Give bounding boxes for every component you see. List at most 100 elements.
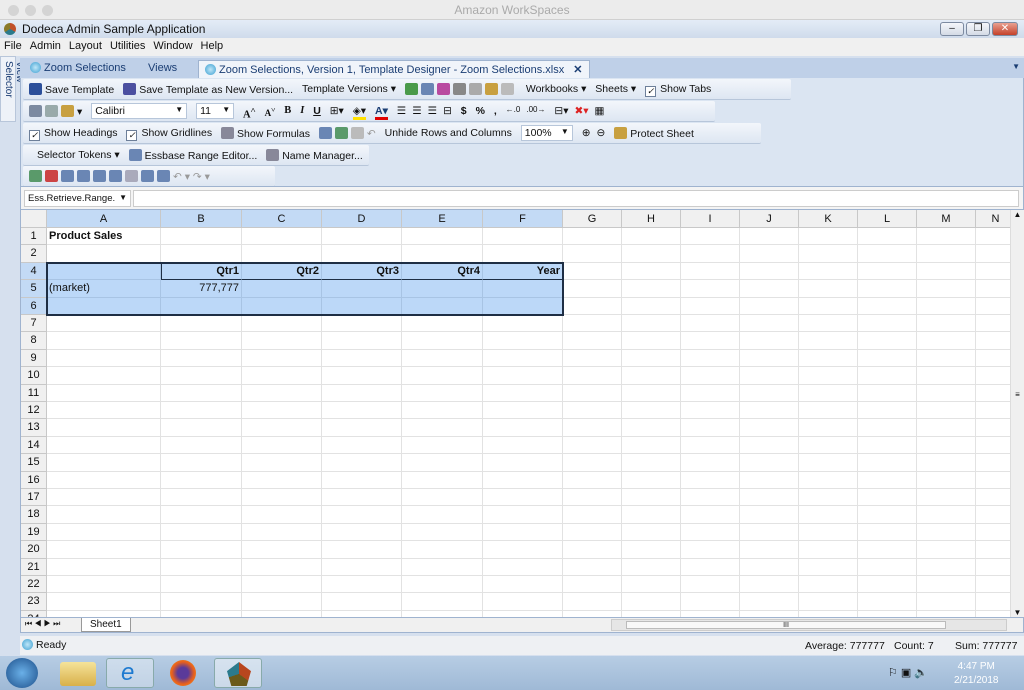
cell-A10[interactable] [47,367,161,385]
cell-I20[interactable] [681,541,740,559]
cell-H7[interactable] [622,315,681,333]
comma-button[interactable]: , [494,105,497,117]
cell-J18[interactable] [740,506,799,524]
row-header-9[interactable]: 9 [21,349,47,368]
cell-C17[interactable] [242,489,322,507]
cell-B15[interactable] [161,454,242,472]
cell-F13[interactable] [483,419,563,437]
cell-H10[interactable] [622,367,681,385]
cell-B1[interactable] [161,228,242,246]
cell-B13[interactable] [161,419,242,437]
close-tab-icon[interactable]: ✕ [573,64,582,76]
cell-H22[interactable] [622,576,681,594]
sheet-icons[interactable]: ↶ [318,127,376,140]
restore-button[interactable]: ❐ [966,22,990,36]
tab-list-dropdown-icon[interactable]: ▼ [1012,62,1020,71]
cell-G6[interactable] [563,297,622,315]
cell-A16[interactable] [47,471,161,489]
cell-J20[interactable] [740,541,799,559]
cell-K2[interactable] [799,245,858,263]
cell-B14[interactable] [161,436,242,455]
borders-button[interactable]: ⊞▾ [330,105,344,117]
cell-B16[interactable] [161,471,242,489]
cell-G8[interactable] [563,332,622,350]
cell-B10[interactable] [161,367,242,385]
row-header-6[interactable]: 6 [21,297,47,315]
column-header-G[interactable]: G [563,210,622,228]
cell-F19[interactable] [483,523,563,542]
protect-sheet-button[interactable]: Protect Sheet [614,127,694,140]
cell-F7[interactable] [483,315,563,333]
cell-D14[interactable] [322,436,402,455]
cell-K16[interactable] [799,471,858,489]
cell-K14[interactable] [799,436,858,455]
cell-I4[interactable] [681,262,740,281]
cell-C10[interactable] [242,367,322,385]
cell-H17[interactable] [622,489,681,507]
cell-I1[interactable] [681,228,740,246]
cell-L23[interactable] [858,593,917,611]
cell-B7[interactable] [161,315,242,333]
zoom-in-icon[interactable]: ⊕ [582,127,591,139]
cell-B11[interactable] [161,384,242,402]
cell-G17[interactable] [563,489,622,507]
cell-E17[interactable] [402,489,483,507]
cell-J6[interactable] [740,297,799,315]
show-formulas-button[interactable]: Show Formulas [221,127,310,140]
cell-F11[interactable] [483,384,563,402]
decrease-decimal-icon[interactable]: .00→ [526,105,545,114]
cell-J9[interactable] [740,349,799,368]
cell-D20[interactable] [322,541,402,559]
cell-A17[interactable] [47,489,161,507]
cell-M17[interactable] [917,489,976,507]
cell-D11[interactable] [322,384,402,402]
row-header-1[interactable]: 1 [21,228,47,246]
delete-icon[interactable]: ✖▾ [574,105,588,117]
cell-K9[interactable] [799,349,858,368]
cell-F20[interactable] [483,541,563,559]
cell-E1[interactable] [402,228,483,246]
cell-G11[interactable] [563,384,622,402]
cell-K10[interactable] [799,367,858,385]
cell-J12[interactable] [740,402,799,420]
cell-G10[interactable] [563,367,622,385]
cell-L2[interactable] [858,245,917,263]
cell-F2[interactable] [483,245,563,263]
cell-D7[interactable] [322,315,402,333]
cell-A14[interactable] [47,436,161,455]
cell-C14[interactable] [242,436,322,455]
cell-K19[interactable] [799,523,858,542]
cell-G12[interactable] [563,402,622,420]
cell-C22[interactable] [242,576,322,594]
cell-J14[interactable] [740,436,799,455]
column-header-E[interactable]: E [402,210,483,228]
cell-G5[interactable] [563,280,622,298]
cell-I22[interactable] [681,576,740,594]
column-header-H[interactable]: H [622,210,681,228]
cell-M11[interactable] [917,384,976,402]
cell-J13[interactable] [740,419,799,437]
cell-D22[interactable] [322,576,402,594]
cell-G4[interactable] [563,262,622,281]
cell-C1[interactable] [242,228,322,246]
sheet-tab-sheet1[interactable]: Sheet1 [81,618,131,632]
cell-H18[interactable] [622,506,681,524]
essbase-range-editor-button[interactable]: Essbase Range Editor... [128,149,257,162]
column-header-F[interactable]: F [483,210,563,228]
cell-I7[interactable] [681,315,740,333]
cell-G19[interactable] [563,523,622,542]
cell-G22[interactable] [563,576,622,594]
cell-A13[interactable] [47,419,161,437]
cell-J22[interactable] [740,576,799,594]
cell-I16[interactable] [681,471,740,489]
cell-L22[interactable] [858,576,917,594]
row-header-20[interactable]: 20 [21,541,47,559]
start-button[interactable] [6,658,38,688]
cell-J1[interactable] [740,228,799,246]
cell-D19[interactable] [322,523,402,542]
cell-I2[interactable] [681,245,740,263]
row-header-13[interactable]: 13 [21,419,47,437]
cell-E23[interactable] [402,593,483,611]
cell-I18[interactable] [681,506,740,524]
name-box[interactable]: Ess.Retrieve.Range. ▼ [24,190,131,207]
